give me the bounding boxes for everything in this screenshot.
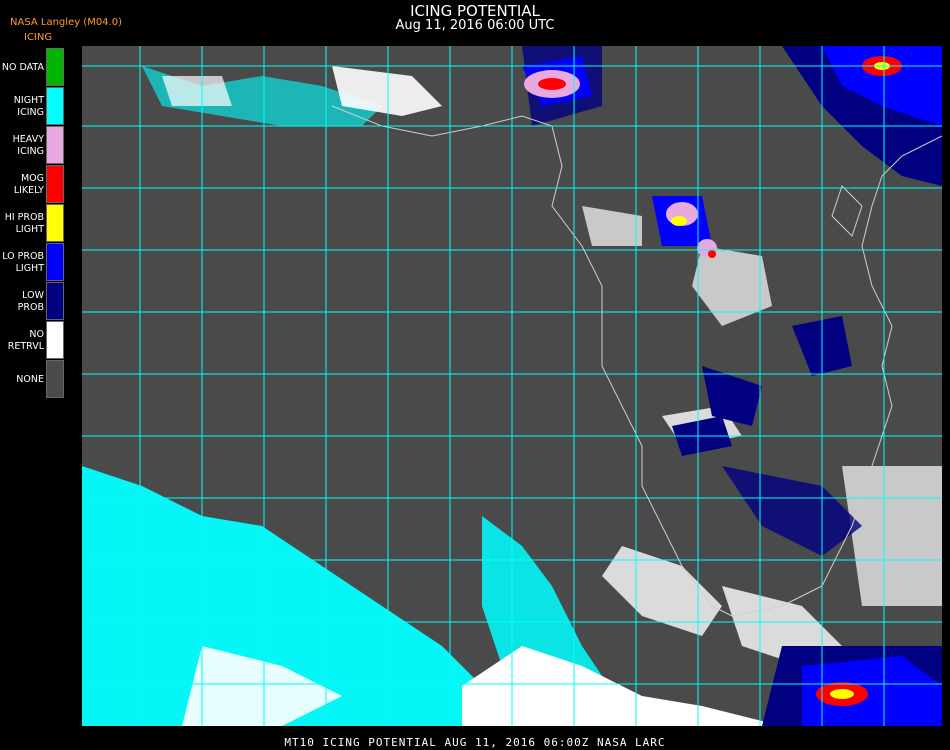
legend-swatch: [46, 360, 64, 398]
legend-item-heavy-icing: HEAVY ICING: [0, 126, 66, 165]
legend-swatch: [46, 48, 64, 86]
map-datetime: Aug 11, 2016 06:00 UTC: [395, 18, 555, 33]
legend-swatch: [46, 87, 64, 125]
product-label: ICING: [24, 32, 53, 43]
map-footer: MT10 ICING POTENTIAL AUG 11, 2016 06:00Z…: [284, 736, 666, 749]
legend-label: NONE: [16, 373, 44, 385]
legend-item-no-data: NO DATA: [0, 48, 66, 87]
color-legend: NO DATA NIGHT ICING HEAVY ICING MOG LIKE…: [0, 48, 66, 399]
legend-swatch: [46, 321, 64, 359]
legend-label: LOW PROB: [17, 289, 44, 313]
legend-item-none: NONE: [0, 360, 66, 399]
legend-swatch: [46, 282, 64, 320]
legend-label: NIGHT ICING: [13, 94, 44, 118]
legend-label: NO DATA: [1, 61, 44, 73]
legend-label: HEAVY ICING: [12, 133, 44, 157]
legend-item-low-prob: LOW PROB: [0, 282, 66, 321]
legend-item-no-retrieval: NO RETRVL: [0, 321, 66, 360]
legend-swatch: [46, 204, 64, 242]
icing-map: [82, 46, 942, 726]
legend-item-mog-likely: MOG LIKELY: [0, 165, 66, 204]
map-canvas: [82, 46, 942, 726]
legend-swatch: [46, 243, 64, 281]
legend-item-hi-prob-light: HI PROB LIGHT: [0, 204, 66, 243]
legend-item-lo-prob-light: LO PROB LIGHT: [0, 243, 66, 282]
legend-label: NO RETRVL: [7, 328, 44, 352]
legend-label: HI PROB LIGHT: [4, 211, 44, 235]
provider-label: NASA Langley (M04.0): [10, 17, 122, 28]
legend-label: MOG LIKELY: [13, 172, 44, 196]
legend-item-night-icing: NIGHT ICING: [0, 87, 66, 126]
legend-swatch: [46, 165, 64, 203]
legend-label: LO PROB LIGHT: [2, 250, 44, 274]
legend-swatch: [46, 126, 64, 164]
